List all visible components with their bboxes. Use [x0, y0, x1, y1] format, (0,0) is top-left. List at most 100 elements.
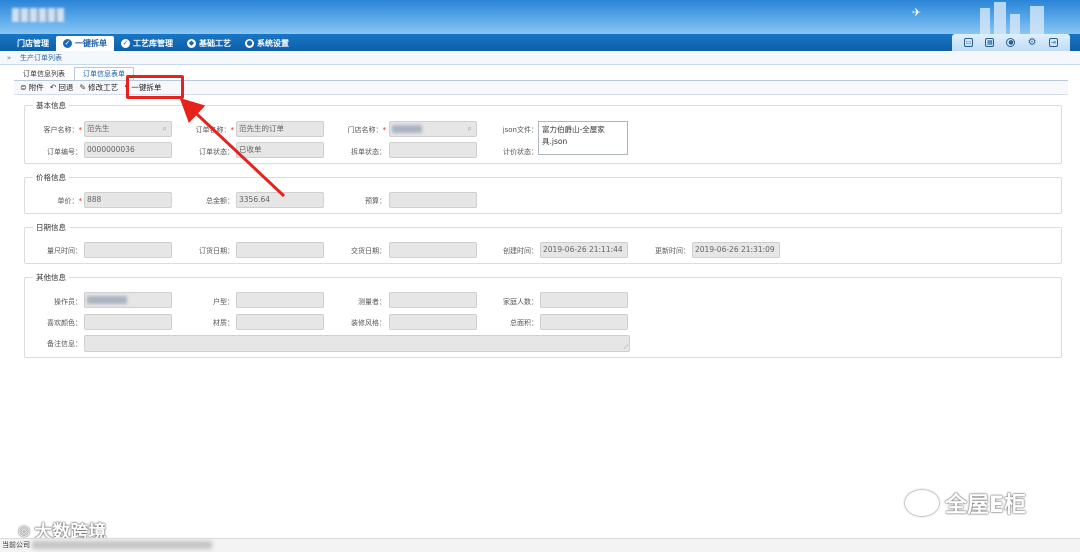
price-status-label: 计价状态： — [503, 148, 538, 156]
total-amount-label: 总金额： — [206, 197, 234, 205]
favorite-color-field[interactable] — [84, 314, 172, 330]
banner-decoration — [1010, 14, 1020, 34]
calendar-icon[interactable]: ▦ — [985, 38, 995, 47]
material-field[interactable] — [236, 314, 324, 330]
search-icon[interactable]: ⌕ — [163, 122, 167, 136]
surveyor-field[interactable] — [389, 292, 477, 308]
search-icon[interactable]: ⌕ — [468, 122, 472, 136]
nav-store-management[interactable]: 门店管理 — [10, 36, 56, 51]
bubble-icon: ◎ — [18, 523, 31, 539]
back-icon: ↶ — [49, 83, 57, 92]
order-no-field[interactable]: 0000000036 — [84, 142, 172, 158]
modify-process-button[interactable]: ✎ 修改工艺 — [79, 82, 118, 93]
store-label: 门店名称：* — [347, 126, 387, 134]
status-bar: 当前公司 — [0, 538, 1080, 552]
redacted-value — [392, 125, 422, 133]
nav-basic-process[interactable]: ◆ 基础工艺 — [180, 36, 238, 51]
measure-time-label: 量尺时间： — [47, 247, 82, 255]
section-title: 价格信息 — [36, 173, 66, 182]
exit-icon[interactable]: ⇥ — [1048, 38, 1058, 47]
gear-icon[interactable]: ⚙ — [1028, 38, 1037, 48]
section-price-info: 价格信息 — [24, 172, 1062, 214]
total-area-field[interactable] — [540, 314, 628, 330]
order-status-field[interactable]: 已收单 — [236, 142, 324, 158]
measure-time-field[interactable] — [84, 242, 172, 258]
main-nav: 门店管理 ✓ 一键拆单 ✓ 工艺库管理 ◆ 基础工艺 ● 系统设置 ▭ ▦ ● … — [0, 34, 1080, 51]
redacted-value — [87, 296, 127, 304]
order-name-field[interactable]: 范先生的订单 — [236, 121, 324, 137]
order-name-label: 订单名称：* — [195, 126, 235, 134]
store-field[interactable]: ⌕ — [389, 121, 477, 137]
nav-label: 一键拆单 — [75, 39, 107, 48]
attachment-button[interactable]: ⊜ 附件 — [20, 82, 44, 93]
unit-price-field[interactable]: 888 — [84, 192, 172, 208]
updated-time-label: 更新时间： — [655, 247, 690, 255]
total-amount-field[interactable]: 3356.64 — [236, 192, 324, 208]
collapse-arrow-icon[interactable]: » — [0, 54, 18, 62]
banner-decoration — [980, 8, 990, 34]
nav-label: 系统设置 — [257, 39, 289, 48]
favorite-color-label: 喜欢颜色： — [47, 319, 82, 327]
surveyor-label: 测量者： — [358, 298, 386, 306]
wechat-icon — [905, 490, 939, 516]
app-banner: ✈ — [0, 0, 1080, 34]
remark-textarea[interactable] — [84, 335, 630, 352]
breadcrumb: » 生产订单列表 — [0, 51, 1080, 65]
nav-label: 基础工艺 — [199, 39, 231, 48]
json-file-field[interactable]: 富力伯爵山-全屋家 具.json — [538, 121, 628, 155]
app-logo — [12, 8, 64, 22]
split-status-field[interactable] — [389, 142, 477, 158]
breadcrumb-label: 生产订单列表 — [20, 53, 62, 62]
total-area-label: 总面积： — [510, 319, 538, 327]
banner-decoration — [994, 2, 1006, 34]
back-label: 回退 — [58, 83, 74, 92]
customer-label: 客户名称：* — [43, 126, 83, 134]
tab-order-form[interactable]: 订单信息表单 — [74, 67, 134, 80]
created-time-field[interactable]: 2019-06-26 21:11:44 — [540, 242, 628, 258]
order-date-label: 订货日期： — [199, 247, 234, 255]
order-date-field[interactable] — [236, 242, 324, 258]
users-icon[interactable]: ● — [1006, 38, 1016, 47]
nav-system-settings[interactable]: ● 系统设置 — [238, 36, 296, 51]
created-time-label: 创建时间： — [503, 247, 538, 255]
banner-decoration — [1030, 6, 1044, 34]
gear-circle-icon: ● — [245, 39, 254, 48]
nav-process-library[interactable]: ✓ 工艺库管理 — [114, 36, 180, 51]
watermark-brand: 全屋E柜 — [905, 487, 1026, 519]
pencil-icon: ✎ — [79, 83, 87, 92]
material-label: 材质： — [213, 319, 234, 327]
customer-field[interactable]: 范先生 ⌕ — [84, 121, 172, 137]
header-tools: ▭ ▦ ● ⚙ ⇥ — [952, 34, 1070, 51]
decor-style-field[interactable] — [389, 314, 477, 330]
family-size-field[interactable] — [540, 292, 628, 308]
json-file-line: 具.json — [542, 137, 568, 146]
modify-process-label: 修改工艺 — [88, 83, 119, 92]
order-no-label: 订单编号： — [47, 148, 82, 156]
unit-price-label: 单价：* — [57, 197, 83, 205]
operator-label: 操作员： — [54, 298, 82, 306]
watermark-text: 全屋E柜 — [945, 493, 1027, 518]
budget-label: 预算： — [365, 197, 386, 205]
nav-label: 工艺库管理 — [133, 39, 173, 48]
house-type-field[interactable] — [236, 292, 324, 308]
nav-label: 门店管理 — [17, 39, 49, 48]
section-title: 其他信息 — [36, 273, 66, 282]
highlight-box — [126, 75, 184, 99]
nav-one-click-split[interactable]: ✓ 一键拆单 — [56, 36, 114, 51]
tab-order-list[interactable]: 订单信息列表 — [14, 67, 74, 80]
budget-field[interactable] — [389, 192, 477, 208]
remark-label: 备注信息： — [47, 340, 82, 348]
updated-time-field[interactable]: 2019-06-26 21:31:09 — [692, 242, 780, 258]
check-circle-icon: ✓ — [121, 39, 130, 48]
family-size-label: 家庭人数： — [503, 298, 538, 306]
monitor-icon[interactable]: ▭ — [964, 38, 974, 47]
back-button[interactable]: ↶ 回退 — [50, 82, 74, 93]
house-type-label: 户型： — [213, 298, 234, 306]
json-file-line: 富力伯爵山-全屋家 — [542, 125, 605, 134]
redacted-value — [32, 541, 213, 549]
operator-field[interactable] — [84, 292, 172, 308]
section-title: 基本信息 — [36, 101, 66, 110]
delivery-date-field[interactable] — [389, 242, 477, 258]
current-company-label: 当前公司 — [2, 541, 30, 549]
delivery-date-label: 交货日期： — [351, 247, 386, 255]
